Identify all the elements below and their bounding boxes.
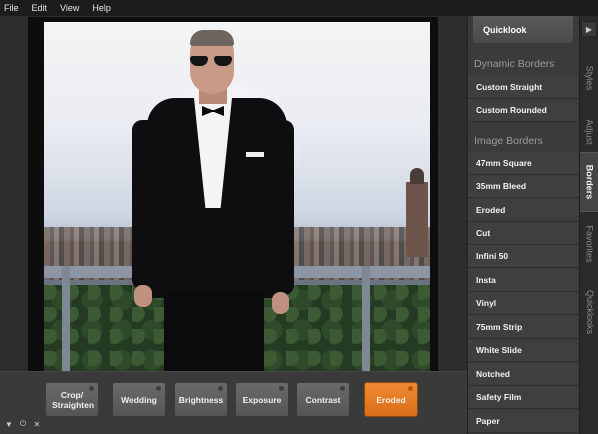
filter-contrast-button[interactable]: Contrast bbox=[296, 382, 350, 417]
tab-favorites[interactable]: Favorites bbox=[580, 214, 598, 274]
rail-post bbox=[362, 266, 370, 372]
border-item-cut[interactable]: Cut bbox=[468, 222, 580, 245]
border-item-paper[interactable]: Paper bbox=[468, 410, 580, 433]
borders-panel: Quicklook Dynamic Borders Custom Straigh… bbox=[467, 16, 580, 434]
remove-dot-icon[interactable] bbox=[156, 386, 161, 391]
section-title-dynamic-borders: Dynamic Borders bbox=[474, 58, 555, 70]
window-mini-controls: ▼ ⏻ ✕ bbox=[4, 418, 42, 430]
menu-edit[interactable]: Edit bbox=[32, 3, 48, 13]
remove-dot-icon[interactable] bbox=[218, 386, 223, 391]
border-item-infini-50[interactable]: Infini 50 bbox=[468, 245, 580, 268]
menu-view[interactable]: View bbox=[60, 3, 79, 13]
filter-wedding-button[interactable]: Wedding bbox=[112, 382, 166, 417]
left-hand bbox=[134, 285, 152, 307]
menu-file[interactable]: File bbox=[4, 3, 19, 13]
border-item-47mm-square[interactable]: 47mm Square bbox=[468, 152, 580, 175]
filter-exposure-button[interactable]: Exposure bbox=[235, 382, 289, 417]
hair bbox=[190, 30, 234, 46]
border-item-custom-rounded[interactable]: Custom Rounded bbox=[468, 99, 580, 122]
close-icon[interactable]: ✕ bbox=[32, 418, 42, 430]
rail-post bbox=[62, 266, 70, 372]
border-item-custom-straight[interactable]: Custom Straight bbox=[468, 76, 580, 99]
person-in-tuxedo bbox=[132, 30, 294, 372]
power-icon[interactable]: ⏻ bbox=[18, 418, 28, 430]
filter-eroded-button[interactable]: Eroded bbox=[364, 382, 418, 417]
church-tower bbox=[406, 168, 428, 257]
filter-crop-straighten-button[interactable]: Crop/ Straighten bbox=[45, 382, 99, 417]
border-item-insta[interactable]: Insta bbox=[468, 269, 580, 292]
filter-brightness-button[interactable]: Brightness bbox=[174, 382, 228, 417]
photo-preview[interactable] bbox=[44, 22, 430, 372]
tab-borders[interactable]: Borders bbox=[580, 152, 598, 212]
section-title-image-borders: Image Borders bbox=[474, 135, 543, 147]
border-item-35mm-bleed[interactable]: 35mm Bleed bbox=[468, 175, 580, 198]
vertical-tab-strip: ▶ Styles Adjust Borders Favorites Quickl… bbox=[579, 16, 598, 434]
tab-adjust[interactable]: Adjust bbox=[580, 106, 598, 158]
border-item-white-slide[interactable]: White Slide bbox=[468, 339, 580, 362]
tab-quicklooks[interactable]: Quicklooks bbox=[580, 274, 598, 350]
pocket-square bbox=[246, 152, 264, 157]
right-hand bbox=[272, 292, 289, 314]
border-item-eroded[interactable]: Eroded bbox=[468, 199, 580, 222]
remove-dot-icon[interactable] bbox=[89, 386, 94, 391]
menu-bar: File Edit View Help bbox=[0, 0, 598, 16]
filter-toolbar: Crop/ Straighten Wedding Brightness Expo… bbox=[0, 371, 467, 434]
border-item-safety-film[interactable]: Safety Film bbox=[468, 386, 580, 409]
menu-help[interactable]: Help bbox=[92, 3, 111, 13]
quicklook-button[interactable]: Quicklook bbox=[473, 16, 573, 43]
arrow-right-icon[interactable]: ▶ bbox=[581, 21, 597, 37]
remove-dot-icon[interactable] bbox=[279, 386, 284, 391]
legs bbox=[164, 292, 264, 372]
tab-styles[interactable]: Styles bbox=[580, 54, 598, 102]
sunglasses bbox=[190, 56, 236, 66]
border-item-vinyl[interactable]: Vinyl bbox=[468, 292, 580, 315]
remove-dot-icon[interactable] bbox=[408, 386, 413, 391]
border-item-75mm-strip[interactable]: 75mm Strip bbox=[468, 316, 580, 339]
border-item-notched[interactable]: Notched bbox=[468, 363, 580, 386]
triangle-down-icon[interactable]: ▼ bbox=[4, 418, 14, 430]
remove-dot-icon[interactable] bbox=[340, 386, 345, 391]
